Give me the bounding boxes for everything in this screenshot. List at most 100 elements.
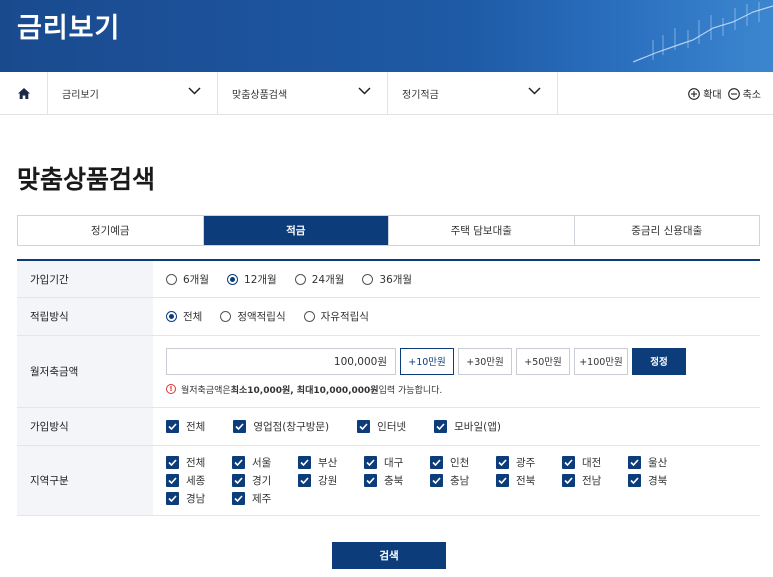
checkbox-region[interactable]: 전북 <box>496 473 562 488</box>
checkbox-checked-icon <box>233 420 247 433</box>
checkbox-region[interactable]: 제주 <box>232 491 298 506</box>
radio-checked-icon <box>166 311 177 322</box>
radio-label: 정액적립식 <box>237 311 286 323</box>
radio-method-free[interactable]: 자유적립식 <box>303 309 369 324</box>
checkbox-region[interactable]: 세종 <box>166 473 232 488</box>
chart-decoration-icon <box>633 2 773 63</box>
amount-input[interactable]: 100,000원 <box>166 347 396 375</box>
nav-dropdown-rates[interactable]: 금리보기 <box>48 72 218 115</box>
radio-method-all[interactable]: 전체 <box>166 309 202 324</box>
checkbox-label: 인천 <box>450 457 470 469</box>
checkbox-region[interactable]: 부산 <box>298 455 364 470</box>
checkbox-join-all[interactable]: 전체 <box>166 419 205 434</box>
checkbox-region[interactable]: 강원 <box>298 473 364 488</box>
checkbox-checked-icon <box>166 474 179 487</box>
note-suffix: 입력 가능합니다. <box>378 385 443 396</box>
checkbox-checked-icon <box>166 456 179 469</box>
radio-method-fixed[interactable]: 정액적립식 <box>220 309 286 324</box>
reset-button[interactable]: 정정 <box>632 347 686 375</box>
checkbox-region[interactable]: 대전 <box>562 455 628 470</box>
warning-icon: ! <box>166 384 176 394</box>
page-title: 맞춤상품검색 <box>17 165 156 194</box>
checkbox-label: 전체 <box>186 421 206 433</box>
radio-label: 전체 <box>183 311 203 323</box>
checkbox-region[interactable]: 전남 <box>562 473 628 488</box>
checkbox-checked-icon <box>496 456 509 469</box>
radio-label: 6개월 <box>183 273 210 286</box>
checkbox-label: 서울 <box>252 457 272 469</box>
checkbox-join-branch[interactable]: 영업점(창구방문) <box>233 419 329 434</box>
tab-installment-savings[interactable]: 적금 <box>203 216 389 245</box>
zoom-in-label: 확대 <box>703 90 722 101</box>
checkbox-label: 제주 <box>252 493 272 505</box>
add-100k-button[interactable]: +10만원 <box>400 347 454 375</box>
checkbox-label: 광주 <box>516 457 536 469</box>
checkbox-checked-icon <box>430 456 443 469</box>
amount-note: ! 월저축금액은 최소10,000원, 최대10,000,000원 입력 가능합… <box>166 383 686 396</box>
radio-period-24[interactable]: 24개월 <box>294 272 345 287</box>
checkbox-join-mobile[interactable]: 모바일(앱) <box>434 419 501 434</box>
nav-dropdown-custom-search[interactable]: 맞춤상품검색 <box>218 72 388 115</box>
add-300k-button[interactable]: +30만원 <box>458 347 512 375</box>
add-1m-button[interactable]: +100만원 <box>574 347 628 375</box>
nav-dropdown-label: 금리보기 <box>62 90 99 101</box>
search-form: 가입기간 6개월 12개월 24개월 36개월 적립방식 전체 정액적립식 자유… <box>17 259 760 516</box>
form-row-amount: 월저축금액 100,000원 +10만원 +30만원 +50만원 +100만원 … <box>17 336 760 408</box>
checkbox-region[interactable]: 경기 <box>232 473 298 488</box>
zoom-in-button[interactable]: 확대 <box>688 86 722 101</box>
radio-period-6[interactable]: 6개월 <box>166 272 209 287</box>
checkbox-checked-icon <box>562 474 575 487</box>
checkbox-label: 전체 <box>186 457 206 469</box>
checkbox-label: 전북 <box>516 475 536 487</box>
chevron-down-icon <box>528 87 541 95</box>
checkbox-label: 대전 <box>582 457 602 469</box>
radio-label: 12개월 <box>244 273 277 286</box>
row-label: 적립방식 <box>17 298 153 335</box>
checkbox-region[interactable]: 울산 <box>628 455 694 470</box>
radio-period-36[interactable]: 36개월 <box>362 272 412 287</box>
checkbox-region[interactable]: 서울 <box>232 455 298 470</box>
checkbox-region[interactable]: 대구 <box>364 455 430 470</box>
radio-period-12[interactable]: 12개월 <box>227 272 277 287</box>
home-button[interactable] <box>0 72 48 115</box>
checkbox-label: 강원 <box>318 475 338 487</box>
tab-time-deposit[interactable]: 정기예금 <box>18 216 204 245</box>
checkbox-region[interactable]: 전체 <box>166 455 232 470</box>
note-range: 최소10,000원, 최대10,000,000원 <box>230 385 379 396</box>
zoom-out-button[interactable]: 축소 <box>727 86 761 101</box>
radio-label: 자유적립식 <box>320 311 369 323</box>
checkbox-label: 충북 <box>384 475 404 487</box>
checkbox-label: 세종 <box>186 475 206 487</box>
checkbox-region[interactable]: 경북 <box>628 473 694 488</box>
checkbox-checked-icon <box>232 492 245 505</box>
radio-label: 24개월 <box>311 273 345 286</box>
product-tabs: 정기예금 적금 주택 담보대출 중금리 신용대출 <box>17 215 760 246</box>
checkbox-label: 모바일(앱) <box>454 421 501 433</box>
tab-credit-loan[interactable]: 중금리 신용대출 <box>574 216 759 245</box>
add-500k-button[interactable]: +50만원 <box>516 347 570 375</box>
nav-dropdown-savings[interactable]: 정기적금 <box>388 72 558 115</box>
checkbox-checked-icon <box>562 456 575 469</box>
checkbox-checked-icon <box>357 420 371 433</box>
minus-circle-icon <box>727 87 740 100</box>
radio-icon <box>294 273 306 285</box>
tab-mortgage-loan[interactable]: 주택 담보대출 <box>389 216 575 245</box>
checkbox-join-internet[interactable]: 인터넷 <box>357 419 406 434</box>
region-checkbox-grid: 전체 서울 부산 대구 인천 광주 대전 울산세종 경기 강원 충북 충남 전북 전남 경북경남 제주 <box>166 455 694 506</box>
checkbox-region[interactable]: 충남 <box>430 473 496 488</box>
checkbox-region[interactable]: 경남 <box>166 491 232 506</box>
form-row-period: 가입기간 6개월 12개월 24개월 36개월 <box>17 261 760 298</box>
note-prefix: 월저축금액은 <box>181 385 231 396</box>
checkbox-checked-icon <box>364 456 377 469</box>
checkbox-checked-icon <box>496 474 509 487</box>
checkbox-region[interactable]: 인천 <box>430 455 496 470</box>
checkbox-region[interactable]: 충북 <box>364 473 430 488</box>
form-row-region: 지역구분 전체 서울 부산 대구 인천 광주 대전 울산 세종 경기 강원 충북 충남 전북 전남 경북 경남 제… <box>17 446 760 516</box>
header-title: 금리보기 <box>17 13 121 44</box>
checkbox-checked-icon <box>166 492 179 505</box>
form-row-join: 가입방식 전체 영업점(창구방문) 인터넷 모바일(앱) <box>17 408 760 446</box>
checkbox-label: 영업점(창구방문) <box>253 421 330 433</box>
checkbox-checked-icon <box>298 474 311 487</box>
search-button[interactable]: 검색 <box>332 542 446 569</box>
checkbox-region[interactable]: 광주 <box>496 455 562 470</box>
